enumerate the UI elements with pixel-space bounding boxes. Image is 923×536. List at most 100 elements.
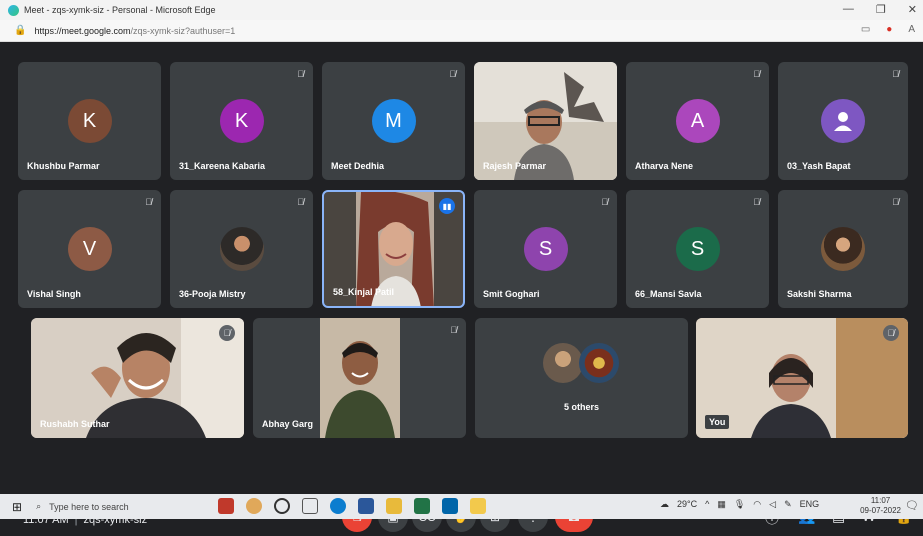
vscode-icon[interactable]: [442, 498, 458, 514]
network-icon[interactable]: ▦: [717, 499, 726, 510]
participant-name: Vishal Singh: [27, 289, 81, 299]
participant-tile[interactable]: Rajesh Parmar: [474, 62, 617, 180]
avatar-photo: [219, 227, 264, 271]
avatar: A: [675, 99, 720, 143]
mic-muted-icon: 🎙̸: [297, 197, 304, 207]
avatar: S: [675, 227, 720, 271]
participant-name: Abhay Garg: [262, 419, 314, 429]
participant-tile-speaking[interactable]: ▮▮ 58_Kinjal Patil: [322, 190, 465, 308]
mic-tray-icon[interactable]: 🎙: [734, 499, 745, 510]
edge-icon: [8, 4, 19, 16]
camera-status-icon[interactable]: ▭: [861, 24, 870, 35]
avatar: M: [371, 99, 416, 143]
mic-muted-icon: 🎙̸: [753, 197, 760, 207]
search-icon: ⌕: [36, 501, 42, 511]
participant-name: Atharva Nene: [635, 161, 694, 171]
notification-icon[interactable]: 🗨: [905, 499, 919, 512]
participant-name: Sakshi Sharma: [787, 289, 852, 299]
window-title: Meet - zqs-xymk-siz - Personal - Microso…: [24, 5, 216, 15]
participant-name: 03_Yash Bapat: [787, 161, 851, 171]
excel-icon[interactable]: [414, 498, 430, 514]
participant-tile[interactable]: 🎙̸ 36-Pooja Mistry: [170, 190, 313, 308]
app-icon[interactable]: [218, 498, 234, 514]
mic-muted-icon: 🎙̸: [883, 325, 899, 341]
url-text[interactable]: https://meet.google.com/zqs-xymk-siz?aut…: [34, 26, 235, 36]
app-icon[interactable]: [246, 498, 262, 514]
lock-icon[interactable]: 🔒: [14, 25, 26, 36]
participant-tile[interactable]: 🎙̸ Sakshi Sharma: [778, 190, 908, 308]
participant-tile[interactable]: 🎙̸ K 31_Kareena Kabaria: [170, 62, 313, 180]
volume-icon[interactable]: ◁: [769, 499, 776, 510]
search-placeholder: Type here to search: [49, 501, 129, 512]
url-path: /zqs-xymk-siz?authuser=1: [130, 25, 236, 36]
others-tile[interactable]: 5 others: [475, 318, 688, 438]
others-count-label: 5 others: [563, 402, 599, 412]
mic-muted-icon: 🎙̸: [753, 69, 760, 79]
pen-icon[interactable]: ✎: [784, 499, 792, 510]
close-icon[interactable]: ✕: [908, 3, 917, 16]
participant-tile[interactable]: 🎙̸ A Atharva Nene: [626, 62, 769, 180]
participant-name: Meet Dedhia: [331, 161, 385, 171]
mic-muted-icon: 🎙̸: [219, 325, 235, 341]
minimize-icon[interactable]: —: [843, 3, 854, 16]
meet-stage: K Khushbu Parmar 🎙̸ K 31_Kareena Kabaria…: [0, 42, 923, 532]
read-aloud-icon[interactable]: A: [908, 24, 915, 35]
taskbar-search[interactable]: ⌕ Type here to search: [36, 501, 206, 512]
participant-name: Smit Goghari: [483, 289, 540, 299]
clock-time: 11:07: [870, 496, 891, 505]
participant-name: 31_Kareena Kabaria: [179, 161, 266, 171]
participant-tile[interactable]: 🎙̸ S Smit Goghari: [474, 190, 617, 308]
taskbar-clock[interactable]: 11:07 09-07-2022: [860, 496, 901, 516]
recording-icon[interactable]: ●: [886, 24, 892, 35]
avatar: K: [67, 99, 112, 143]
avatar-photo: [543, 343, 583, 383]
participant-tile[interactable]: 🎙̸ Rushabh Suthar: [31, 318, 244, 438]
files-icon[interactable]: [386, 498, 402, 514]
mic-muted-icon: 🎙̸: [450, 325, 457, 335]
browser-titlebar: Meet - zqs-xymk-siz - Personal - Microso…: [0, 0, 923, 20]
participant-tile-self[interactable]: 🎙̸ You: [696, 318, 908, 438]
participant-name: 66_Mansi Savla: [635, 289, 702, 299]
weather-temp[interactable]: 29°C: [677, 499, 697, 510]
edge-taskbar-icon[interactable]: [330, 498, 346, 514]
participant-tile[interactable]: 🎙̸ Abhay Garg: [253, 318, 466, 438]
url-host: https://meet.google.com: [34, 25, 131, 36]
cortana-icon[interactable]: [274, 498, 290, 514]
person-icon: [834, 112, 852, 131]
avatar: K: [219, 99, 264, 143]
mic-muted-icon: 🎙̸: [145, 197, 152, 207]
participant-tile[interactable]: 🎙̸ S 66_Mansi Savla: [626, 190, 769, 308]
participant-tile[interactable]: 🎙̸ M Meet Dedhia: [322, 62, 465, 180]
task-view-icon[interactable]: [302, 498, 318, 514]
weather-icon[interactable]: ☁: [660, 499, 669, 510]
chevron-up-icon[interactable]: ^: [705, 499, 709, 510]
avatar-photo: [821, 227, 865, 271]
participant-tile[interactable]: 🎙̸ 03_Yash Bapat: [778, 62, 908, 180]
mic-muted-icon: 🎙̸: [449, 69, 456, 79]
clock-date: 09-07-2022: [860, 506, 901, 515]
participant-name: Khushbu Parmar: [27, 161, 100, 171]
participant-name: 58_Kinjal Patil: [333, 287, 395, 297]
windows-taskbar: ⊞ ⌕ Type here to search ☁ 29°C ^ ▦ 🎙 ◠ ◁…: [0, 494, 923, 519]
wifi-icon[interactable]: ◠: [753, 499, 761, 510]
participant-name: Rushabh Suthar: [40, 419, 110, 429]
mic-muted-icon: 🎙̸: [297, 69, 304, 79]
participant-name: You: [705, 415, 730, 429]
mic-muted-icon: 🎙̸: [892, 69, 899, 79]
avatar-photo: [579, 343, 619, 383]
participant-name: Rajesh Parmar: [483, 161, 547, 171]
speaking-indicator-icon: ▮▮: [439, 198, 455, 214]
windows-start-icon[interactable]: ⊞: [12, 500, 22, 514]
mic-muted-icon: 🎙̸: [601, 197, 608, 207]
address-bar[interactable]: 🔒 https://meet.google.com/zqs-xymk-siz?a…: [0, 20, 923, 42]
word-icon[interactable]: [358, 498, 374, 514]
app-icon[interactable]: [470, 498, 486, 514]
participant-tile[interactable]: K Khushbu Parmar: [18, 62, 161, 180]
mic-muted-icon: 🎙̸: [892, 197, 899, 207]
system-tray: ☁ 29°C ^ ▦ 🎙 ◠ ◁ ✎ ENG: [660, 499, 819, 510]
restore-icon[interactable]: ❐: [876, 3, 886, 16]
language-indicator[interactable]: ENG: [800, 499, 820, 510]
participant-tile[interactable]: 🎙̸ V Vishal Singh: [18, 190, 161, 308]
taskbar-apps: [218, 498, 486, 514]
avatar: S: [523, 227, 568, 271]
